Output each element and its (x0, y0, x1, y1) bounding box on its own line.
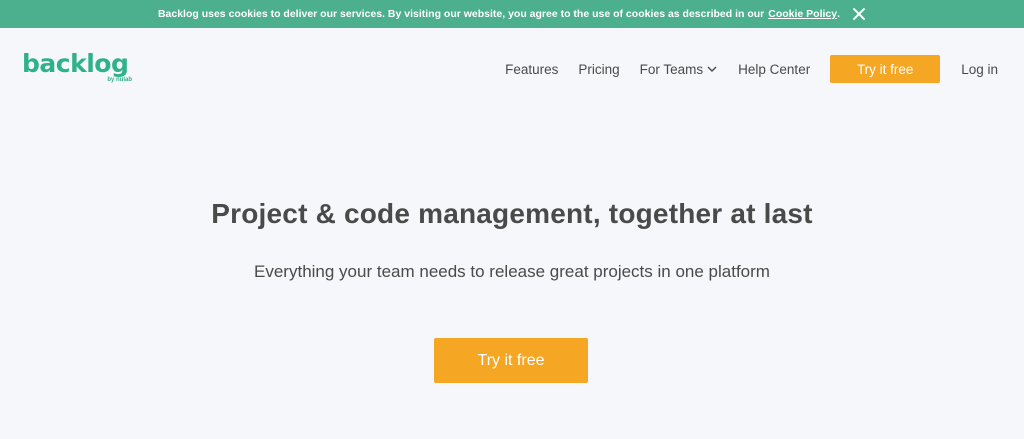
nav-for-teams-label: For Teams (639, 61, 704, 77)
logo-wordmark: backlog (22, 49, 129, 78)
cookie-banner: Backlog uses cookies to deliver our serv… (0, 0, 1024, 28)
hero-title: Project & code management, together at l… (211, 198, 813, 229)
main-nav: Features Pricing For Teams Help Center T… (505, 55, 998, 83)
nav-for-teams[interactable]: For Teams (640, 62, 719, 77)
cookie-policy-link[interactable]: Cookie Policy (768, 8, 837, 20)
site-header: backlog by nulab Features Pricing For Te… (0, 28, 1024, 110)
nav-help-center[interactable]: Help Center (738, 62, 810, 77)
backlog-logo[interactable]: backlog by nulab (22, 50, 134, 86)
chevron-down-icon (707, 66, 717, 72)
nav-login[interactable]: Log in (961, 62, 998, 77)
cookie-banner-period: . (837, 8, 841, 20)
hero-subtitle: Everything your team needs to release gr… (254, 262, 770, 281)
nav-features[interactable]: Features (505, 62, 558, 77)
close-icon[interactable] (852, 7, 866, 21)
nav-try-free-button[interactable]: Try it free (830, 55, 941, 83)
nav-pricing[interactable]: Pricing (578, 62, 619, 77)
logo-tagline: by nulab (107, 77, 132, 83)
cookie-banner-text: Backlog uses cookies to deliver our serv… (157, 8, 765, 20)
hero-try-free-button[interactable]: Try it free (434, 338, 588, 383)
